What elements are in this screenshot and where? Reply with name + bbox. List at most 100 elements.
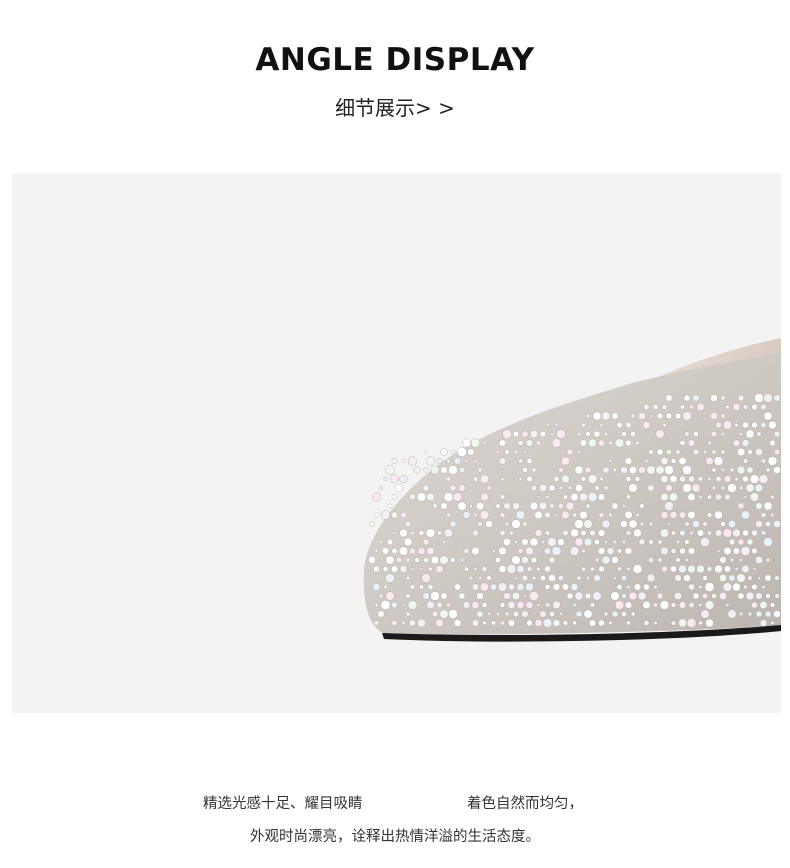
rhinestone [729,467,735,473]
rhinestone [512,610,520,618]
rhinestone [667,522,671,526]
rhinestone [439,609,449,619]
rhinestone [534,510,543,520]
rhinestone [656,448,664,456]
rhinestone [648,539,654,545]
rhinestone [495,557,501,563]
rhinestone [648,557,654,563]
rhinestone [540,575,546,581]
rhinestone [379,540,383,544]
rhinestone [719,574,727,582]
rhinestone [401,603,406,607]
rhinestone [648,449,654,455]
rhinestone [472,476,479,482]
rhinestone [675,449,681,455]
rhinestone [670,565,677,573]
rhinestone [638,538,646,546]
rhinestone [401,459,406,463]
rhinestone [385,591,395,601]
rhinestone [683,394,691,402]
rhinestone [471,546,480,556]
rhinestone [515,510,526,520]
rhinestone [732,528,741,538]
rhinestone [707,494,712,500]
rhinestone [426,600,435,610]
rhinestone [625,476,632,482]
rhinestone [604,540,608,544]
rhinestone [421,573,431,583]
rhinestone [630,611,636,617]
rhinestone [410,531,415,535]
rhinestone [576,575,582,581]
rhinestone [526,476,533,482]
rhinestone [773,520,781,528]
rhinestone [472,619,479,627]
rhinestone [499,602,506,608]
rhinestone [665,484,673,492]
rhinestone [498,565,507,573]
rhinestone [548,574,556,582]
rhinestone [767,456,778,466]
rhinestone [516,601,525,609]
rhinestone [626,567,631,571]
rhinestone [454,457,461,465]
rhinestone [391,601,398,609]
rhinestone [399,474,408,484]
rhinestone [422,484,430,492]
rhinestone [597,547,606,555]
rhinestone [715,421,722,429]
rhinestone [678,601,687,609]
rhinestone [698,585,703,589]
rhinestone [531,467,537,473]
rhinestone [715,476,722,482]
rhinestone [770,512,775,518]
rhinestone [598,439,605,447]
rhinestone [454,583,461,591]
rhinestone [620,520,628,528]
rhinestone [696,402,705,412]
rhinestone [741,510,750,520]
rhinestone [425,528,436,538]
rhinestone [426,547,435,555]
rhinestone [755,502,763,510]
rhinestone [670,620,677,626]
rhinestone [538,501,548,511]
rhinestone [674,574,682,582]
rhinestone [665,394,673,402]
rhinestone [536,495,541,499]
rhinestone [449,520,457,528]
rhinestone [674,412,682,420]
rhinestone [505,522,509,526]
rhinestone [562,583,569,591]
shoe-detail-photo [12,173,781,713]
rhinestone [511,555,521,565]
rhinestone [549,503,555,509]
rhinestone [503,538,511,546]
rhinestone [525,546,534,556]
rhinestone [516,565,525,573]
rhinestone [561,456,570,466]
rhinestone [391,620,398,626]
rhinestone [716,549,721,553]
rhinestone [697,529,704,537]
rhinestone [745,483,755,493]
rhinestone [403,537,413,547]
rhinestone [499,439,506,447]
rhinestone [446,602,451,608]
rhinestone [773,448,781,456]
rhinestone [480,474,489,484]
rhinestone [374,512,379,518]
rhinestone [769,439,776,447]
rhinestone [503,592,511,600]
rhinestone [446,476,451,482]
rhinestone [630,431,636,437]
rhinestone [542,618,553,628]
rhinestone [720,521,726,527]
rhinestone [418,530,425,536]
rhinestone [440,448,448,456]
rhinestone [739,486,743,490]
rhinestone [440,466,448,474]
rhinestone [390,474,399,484]
rhinestone [545,495,550,499]
rhinestone [480,582,489,592]
